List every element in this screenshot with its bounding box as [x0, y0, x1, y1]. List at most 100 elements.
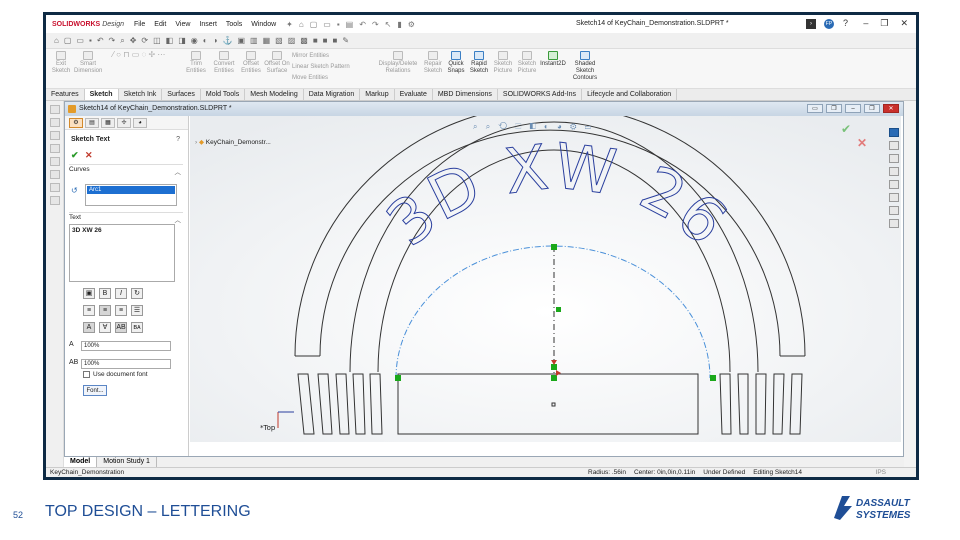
- restore-icon[interactable]: ❐: [880, 18, 888, 29]
- display-delete-relations-button[interactable]: Display/Delete Relations: [376, 51, 420, 75]
- tb-box1-icon[interactable]: ▥: [250, 36, 258, 45]
- app-logo[interactable]: SOLIDWORKS Design: [52, 21, 134, 28]
- print-icon[interactable]: ▤: [346, 20, 354, 29]
- tb-pan-icon[interactable]: ✥: [130, 36, 137, 45]
- curves-selection-box[interactable]: Arc1: [85, 184, 177, 206]
- strip-icon-7[interactable]: [49, 183, 60, 192]
- curves-collapse-icon[interactable]: ︿: [175, 166, 182, 176]
- tb-pencil-icon[interactable]: ✎: [342, 36, 349, 45]
- tab-features[interactable]: Features: [46, 89, 85, 100]
- configuration-manager-tab-icon[interactable]: ▦: [101, 118, 115, 128]
- menu-window[interactable]: Window: [251, 21, 276, 28]
- move-entities-button[interactable]: Move Entities: [292, 75, 362, 82]
- home-icon[interactable]: ⌂: [299, 20, 304, 29]
- mirror-entities-button[interactable]: Mirror Entities: [292, 53, 362, 60]
- spacing-input[interactable]: 100%: [81, 359, 171, 369]
- confirm-check-icon[interactable]: ✔: [841, 122, 851, 136]
- sketch-picture-button-2[interactable]: Sketch Picture: [516, 51, 538, 75]
- tb-cube1-icon[interactable]: ■: [313, 36, 318, 45]
- tb-appearance-icon[interactable]: ◐: [203, 36, 208, 45]
- doc-tile-icon[interactable]: ▭: [807, 104, 823, 113]
- strip-icon-3[interactable]: [49, 131, 60, 140]
- tb-anchor-icon[interactable]: ⚓: [222, 36, 232, 45]
- tb-rotate-icon[interactable]: ⟳: [141, 36, 148, 45]
- tab-data-migration[interactable]: Data Migration: [304, 89, 361, 100]
- tab-mesh-modeling[interactable]: Mesh Modeling: [245, 89, 304, 100]
- select-icon[interactable]: ↖: [385, 20, 392, 29]
- tb-box2-icon[interactable]: ▦: [263, 36, 271, 45]
- file-explorer-icon[interactable]: [889, 154, 899, 163]
- offset-on-surface-button[interactable]: Offset On Surface: [264, 51, 290, 75]
- tab-add-ins[interactable]: SOLIDWORKS Add-Ins: [498, 89, 583, 100]
- menu-insert[interactable]: Insert: [199, 21, 217, 28]
- rapid-sketch-button[interactable]: Rapid Sketch: [468, 51, 490, 75]
- sketch-tools-grid[interactable]: ⁄ ○ ⊓ ▭ ◌ ✢ ⋯: [108, 51, 170, 85]
- cancel-x-corner-icon[interactable]: ✕: [857, 136, 867, 150]
- menu-file[interactable]: File: [134, 21, 145, 28]
- justify-icon[interactable]: ☰: [131, 305, 143, 316]
- tb-new-icon[interactable]: ▢: [64, 36, 72, 45]
- shaded-sketch-contours-button[interactable]: Shaded Sketch Contours: [570, 51, 600, 82]
- tb-section-icon[interactable]: ◧: [166, 36, 174, 45]
- recycle-icon[interactable]: [889, 219, 899, 228]
- tab-model[interactable]: Model: [64, 457, 98, 467]
- redo-icon[interactable]: ↷: [372, 20, 379, 29]
- bold-button[interactable]: B: [99, 288, 111, 299]
- save-icon[interactable]: ▪: [337, 20, 340, 29]
- flip-horizontal-icon[interactable]: AB: [115, 322, 127, 333]
- tb-save-icon[interactable]: ▪: [89, 36, 92, 45]
- minimize-icon[interactable]: –: [863, 18, 868, 29]
- tab-evaluate[interactable]: Evaluate: [395, 89, 433, 100]
- strip-icon-8[interactable]: [49, 196, 60, 205]
- align-right-icon[interactable]: ≡: [115, 305, 127, 316]
- property-manager-tab-icon[interactable]: ▤: [85, 118, 99, 128]
- dimxpert-tab-icon[interactable]: ✢: [117, 118, 131, 128]
- strip-icon-6[interactable]: [49, 170, 60, 179]
- tb-display-icon[interactable]: ◨: [178, 36, 186, 45]
- rebuild-icon[interactable]: ▮: [397, 20, 401, 29]
- tb-box4-icon[interactable]: ▨: [288, 36, 296, 45]
- tb-cube3-icon[interactable]: ■: [333, 36, 338, 45]
- tab-sketch-ink[interactable]: Sketch Ink: [119, 89, 163, 100]
- tb-zoom-icon[interactable]: ⌕: [120, 36, 124, 46]
- tb-view-icon[interactable]: ◫: [153, 36, 161, 45]
- smart-dimension-button[interactable]: Smart Dimension: [74, 51, 102, 75]
- forum-icon[interactable]: [889, 206, 899, 215]
- tab-mold-tools[interactable]: Mold Tools: [201, 89, 246, 100]
- expand-arrow-icon[interactable]: ›: [195, 139, 197, 146]
- tab-lifecycle[interactable]: Lifecycle and Collaboration: [582, 89, 678, 100]
- user-avatar[interactable]: FP: [824, 19, 834, 29]
- tab-surfaces[interactable]: Surfaces: [162, 89, 201, 100]
- tab-mbd-dimensions[interactable]: MBD Dimensions: [433, 89, 498, 100]
- custom-properties-icon[interactable]: [889, 193, 899, 202]
- tb-undo-icon[interactable]: ↶: [97, 36, 104, 45]
- new-icon[interactable]: ▢: [310, 20, 318, 29]
- flip-vertical-icon[interactable]: A: [83, 322, 95, 333]
- repair-sketch-button[interactable]: Repair Sketch: [422, 51, 444, 75]
- cancel-x-icon[interactable]: ✕: [85, 150, 93, 161]
- feature-manager-tab-icon[interactable]: ⚙: [69, 118, 83, 128]
- menu-tools[interactable]: Tools: [226, 21, 242, 28]
- sketch-text-input[interactable]: 3D XW 26: [69, 224, 175, 282]
- curves-section-header[interactable]: Curves ︿: [69, 164, 183, 176]
- italic-button[interactable]: I: [115, 288, 127, 299]
- open-icon[interactable]: ▭: [323, 20, 331, 29]
- use-document-font-checkbox[interactable]: Use document font: [83, 371, 148, 378]
- checkbox-box[interactable]: [83, 371, 90, 378]
- appearances-icon[interactable]: [889, 180, 899, 189]
- doc-restore-icon[interactable]: ❐: [864, 104, 880, 113]
- exit-sketch-button[interactable]: Exit Sketch: [50, 51, 72, 75]
- tab-motion-study[interactable]: Motion Study 1: [97, 457, 157, 467]
- flip-mirror-icon[interactable]: ∀: [99, 322, 111, 333]
- text-collapse-icon[interactable]: ︿: [175, 214, 182, 224]
- pm-help-icon[interactable]: ?: [176, 136, 180, 143]
- ok-check-icon[interactable]: ✔: [71, 150, 79, 161]
- tab-markup[interactable]: Markup: [360, 89, 395, 100]
- doc-close-icon[interactable]: ✕: [883, 104, 899, 113]
- tab-sketch[interactable]: Sketch: [84, 89, 119, 100]
- offset-entities-button[interactable]: Offset Entities: [238, 51, 264, 75]
- help-icon[interactable]: ?: [843, 18, 848, 28]
- design-library-icon[interactable]: [889, 141, 899, 150]
- strip-icon-4[interactable]: [49, 144, 60, 153]
- sketch-picture-button-1[interactable]: Sketch Picture: [492, 51, 514, 75]
